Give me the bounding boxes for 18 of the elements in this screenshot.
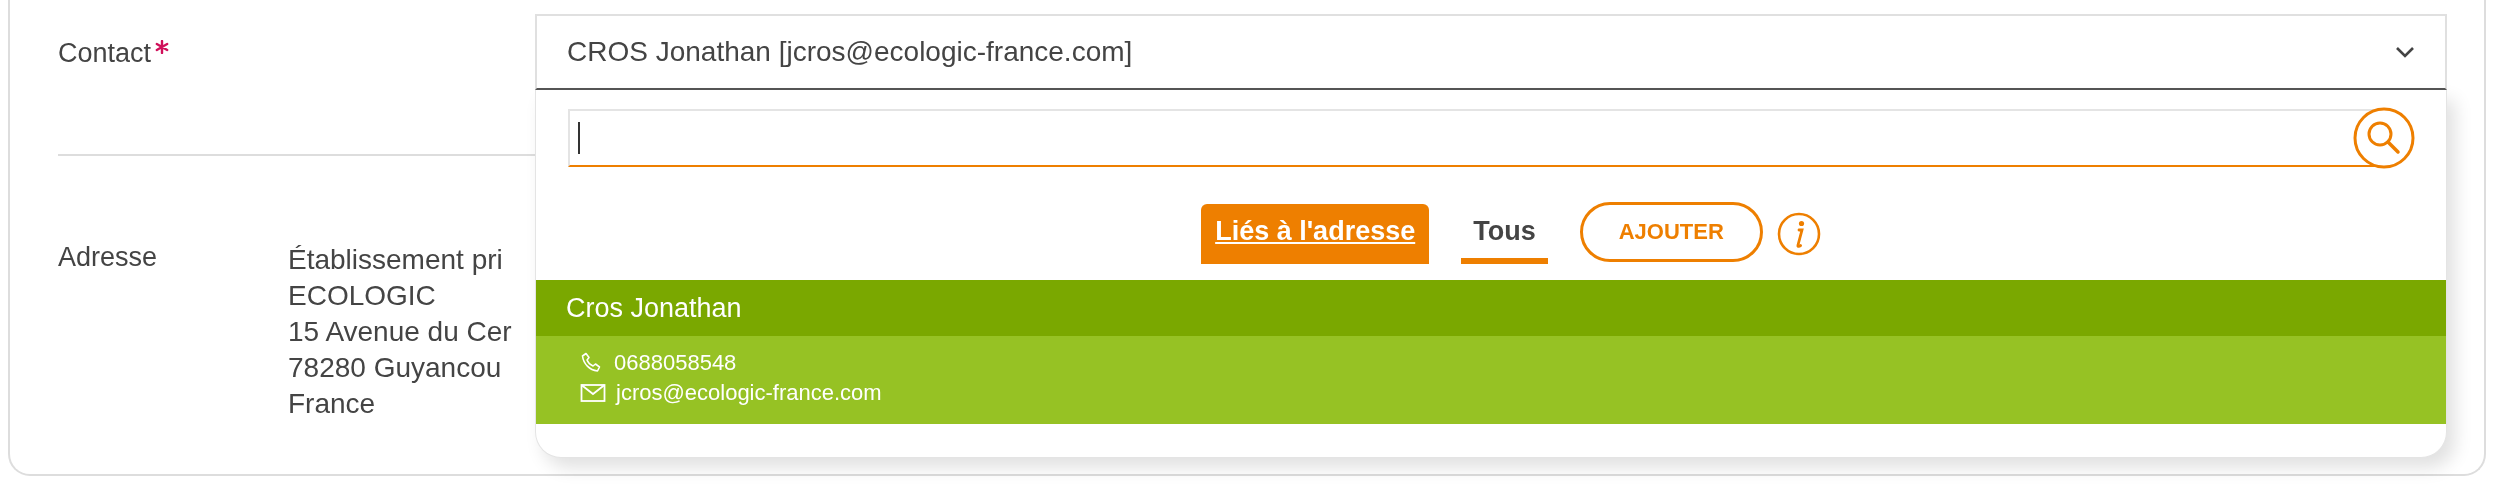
chevron-down-icon	[2395, 46, 2415, 58]
address-line: ECOLOGIC	[288, 279, 437, 313]
email-address: jcros@ecologic-france.com	[616, 380, 882, 406]
filter-tab[interactable]: Tous	[1461, 204, 1548, 264]
address-line: 78280 Guyancou	[288, 351, 503, 385]
address-line: Établissement pri	[288, 243, 504, 277]
contact-select[interactable]: CROS Jonathan [jcros@ecologic-france.com]	[535, 14, 2447, 90]
mail-icon	[580, 383, 606, 403]
field-label: Adresse	[58, 242, 158, 273]
address-line: 15 Avenue du Cer	[288, 315, 513, 349]
phone-number: 0688058548	[614, 350, 737, 376]
address-line: France	[288, 387, 377, 421]
contact-name: Cros Jonathan	[566, 292, 742, 324]
info-icon[interactable]	[1776, 212, 1821, 256]
field-label: Contact	[58, 38, 152, 69]
filter-tab[interactable]: Liés à l'adresse	[1201, 204, 1430, 264]
add-button[interactable]: AJOUTER	[1579, 202, 1763, 262]
search-icon[interactable]	[2352, 106, 2416, 170]
